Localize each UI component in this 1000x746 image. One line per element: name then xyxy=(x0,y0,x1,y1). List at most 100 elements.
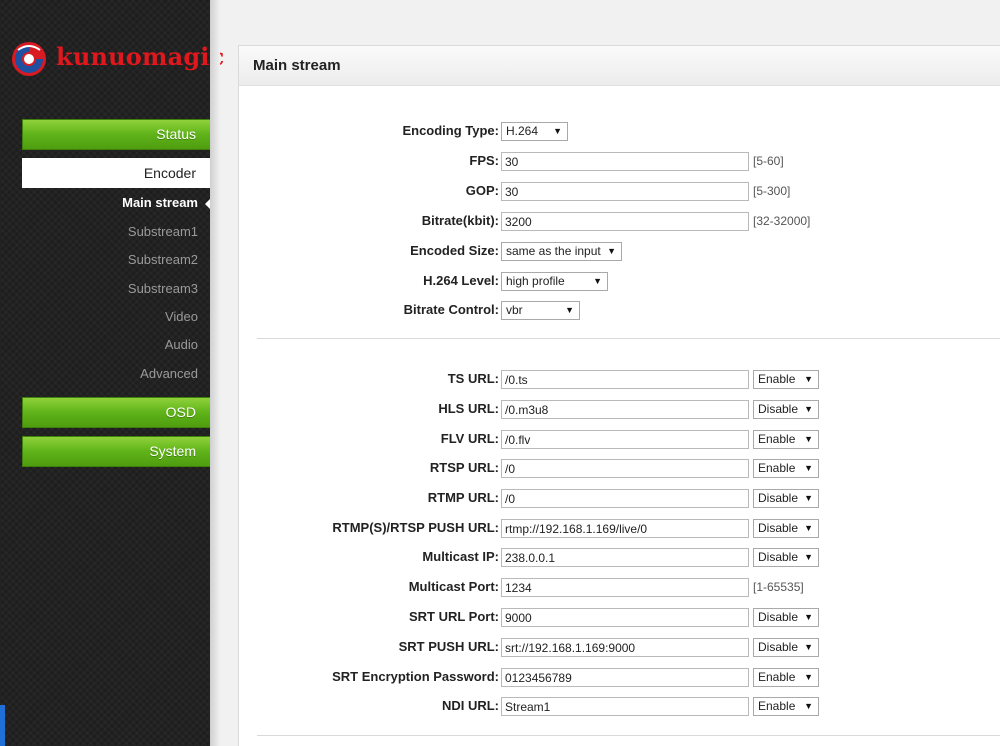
push-url-label: RTMP(S)/RTSP PUSH URL: xyxy=(332,520,499,535)
subnav-substream2[interactable]: Substream2 xyxy=(22,252,198,267)
hls-url-label: HLS URL: xyxy=(438,401,499,416)
h264-level-row: H.264 Level: high profile ▼ xyxy=(239,270,1000,292)
caret-down-icon: ▼ xyxy=(593,276,602,286)
subnav-main-stream[interactable]: Main stream xyxy=(22,195,198,210)
encoding-type-value: H.264 xyxy=(506,124,539,138)
srt-port-state: Disable xyxy=(758,610,799,624)
bitrate-row: Bitrate(kbit): [32-32000] xyxy=(239,210,1000,232)
bitrate-label: Bitrate(kbit): xyxy=(421,213,499,228)
rtsp-url-label: RTSP URL: xyxy=(429,460,499,475)
push-url-state: Disable xyxy=(758,521,799,535)
ts-url-state-select[interactable]: Enable ▼ xyxy=(753,370,819,389)
ndi-url-input[interactable] xyxy=(501,697,749,716)
encoding-type-label: Encoding Type: xyxy=(402,123,499,138)
encoded-size-select[interactable]: same as the input ▼ xyxy=(501,242,622,261)
ts-url-label: TS URL: xyxy=(447,371,499,386)
gop-range: [5-300] xyxy=(753,184,791,198)
ts-url-row: TS URL: Enable ▼ xyxy=(239,368,1000,390)
rtmp-url-label: RTMP URL: xyxy=(427,490,499,505)
multicast-port-input[interactable] xyxy=(501,578,749,597)
srt-password-input[interactable] xyxy=(501,668,749,687)
caret-down-icon: ▼ xyxy=(804,523,813,533)
bitrate-control-value: vbr xyxy=(506,303,523,317)
subnav-substream3[interactable]: Substream3 xyxy=(22,281,198,296)
multicast-port-label: Multicast Port: xyxy=(408,579,499,594)
nav-system-button[interactable]: System xyxy=(22,436,210,467)
ts-url-input[interactable] xyxy=(501,370,749,389)
subnav-substream1[interactable]: Substream1 xyxy=(22,224,198,239)
bitrate-range: [32-32000] xyxy=(753,214,811,228)
nav-status-button[interactable]: Status xyxy=(22,119,210,150)
multicast-ip-state: Disable xyxy=(758,550,799,564)
caret-down-icon: ▼ xyxy=(804,404,813,414)
subnav-video[interactable]: Video xyxy=(22,309,198,324)
multicast-port-range: [1-65535] xyxy=(753,580,804,594)
fps-row: FPS: [5-60] xyxy=(239,150,1000,172)
fps-input[interactable] xyxy=(501,152,749,171)
flv-url-state: Enable xyxy=(758,432,796,446)
caret-down-icon: ▼ xyxy=(804,463,813,473)
h264-level-select[interactable]: high profile ▼ xyxy=(501,272,608,291)
push-url-input[interactable] xyxy=(501,519,749,538)
rtmp-url-input[interactable] xyxy=(501,489,749,508)
gop-input[interactable] xyxy=(501,182,749,201)
bitrate-input[interactable] xyxy=(501,212,749,231)
flv-url-input[interactable] xyxy=(501,430,749,449)
rtmp-url-state-select[interactable]: Disable ▼ xyxy=(753,489,819,508)
nav-osd-button[interactable]: OSD xyxy=(22,397,210,428)
gop-row: GOP: [5-300] xyxy=(239,180,1000,202)
subnav-advanced[interactable]: Advanced xyxy=(22,366,198,381)
srt-port-state-select[interactable]: Disable ▼ xyxy=(753,608,819,627)
caret-down-icon: ▼ xyxy=(804,672,813,682)
h264-level-label: H.264 Level: xyxy=(423,273,499,288)
hls-url-state-select[interactable]: Disable ▼ xyxy=(753,400,819,419)
blue-edge-strip xyxy=(0,705,5,746)
srt-password-state: Enable xyxy=(758,670,796,684)
encoding-type-select[interactable]: H.264 ▼ xyxy=(501,122,568,141)
push-url-state-select[interactable]: Disable ▼ xyxy=(753,519,819,538)
srt-port-input[interactable] xyxy=(501,608,749,627)
rtsp-url-state-select[interactable]: Enable ▼ xyxy=(753,459,819,478)
rtsp-url-input[interactable] xyxy=(501,459,749,478)
hls-url-input[interactable] xyxy=(501,400,749,419)
push-url-row: RTMP(S)/RTSP PUSH URL: Disable ▼ xyxy=(239,517,1000,539)
caret-down-icon: ▼ xyxy=(804,493,813,503)
sidebar-shadow xyxy=(210,0,220,746)
nav-encoder-button[interactable]: Encoder xyxy=(22,158,210,188)
multicast-port-row: Multicast Port: [1-65535] xyxy=(239,576,1000,598)
hls-url-row: HLS URL: Disable ▼ xyxy=(239,398,1000,420)
flv-url-row: FLV URL: Enable ▼ xyxy=(239,428,1000,450)
main-stream-panel: Main stream Encoding Type: H.264 ▼ FPS: … xyxy=(238,45,1000,746)
ndi-url-state-select[interactable]: Enable ▼ xyxy=(753,697,819,716)
srt-push-state-select[interactable]: Disable ▼ xyxy=(753,638,819,657)
caret-down-icon: ▼ xyxy=(804,552,813,562)
rtsp-url-state: Enable xyxy=(758,461,796,475)
encoded-size-row: Encoded Size: same as the input ▼ xyxy=(239,240,1000,262)
srt-push-input[interactable] xyxy=(501,638,749,657)
encoded-size-value: same as the input xyxy=(506,244,601,258)
rtmp-url-state: Disable xyxy=(758,491,799,505)
multicast-ip-state-select[interactable]: Disable ▼ xyxy=(753,548,819,567)
h264-level-value: high profile xyxy=(506,274,565,288)
flv-url-state-select[interactable]: Enable ▼ xyxy=(753,430,819,449)
bitrate-control-select[interactable]: vbr ▼ xyxy=(501,301,580,320)
srt-password-state-select[interactable]: Enable ▼ xyxy=(753,668,819,687)
multicast-ip-row: Multicast IP: Disable ▼ xyxy=(239,546,1000,568)
fps-range: [5-60] xyxy=(753,154,784,168)
subnav-audio[interactable]: Audio xyxy=(22,337,198,352)
srt-push-state: Disable xyxy=(758,640,799,654)
multicast-ip-input[interactable] xyxy=(501,548,749,567)
caret-down-icon: ▼ xyxy=(804,612,813,622)
encoding-type-row: Encoding Type: H.264 ▼ xyxy=(239,120,1000,142)
caret-down-icon: ▼ xyxy=(565,305,574,315)
logo-swirl-icon xyxy=(12,42,46,76)
section-divider xyxy=(257,338,1000,339)
ts-url-state: Enable xyxy=(758,372,796,386)
caret-down-icon: ▼ xyxy=(553,126,562,136)
sidebar: kunuomagic Status Encoder Main stream Su… xyxy=(0,0,224,746)
panel-title: Main stream xyxy=(239,46,1000,86)
caret-down-icon: ▼ xyxy=(804,642,813,652)
hls-url-state: Disable xyxy=(758,402,799,416)
flv-url-label: FLV URL: xyxy=(440,431,499,446)
brand-name: kunuomagic xyxy=(56,42,225,71)
